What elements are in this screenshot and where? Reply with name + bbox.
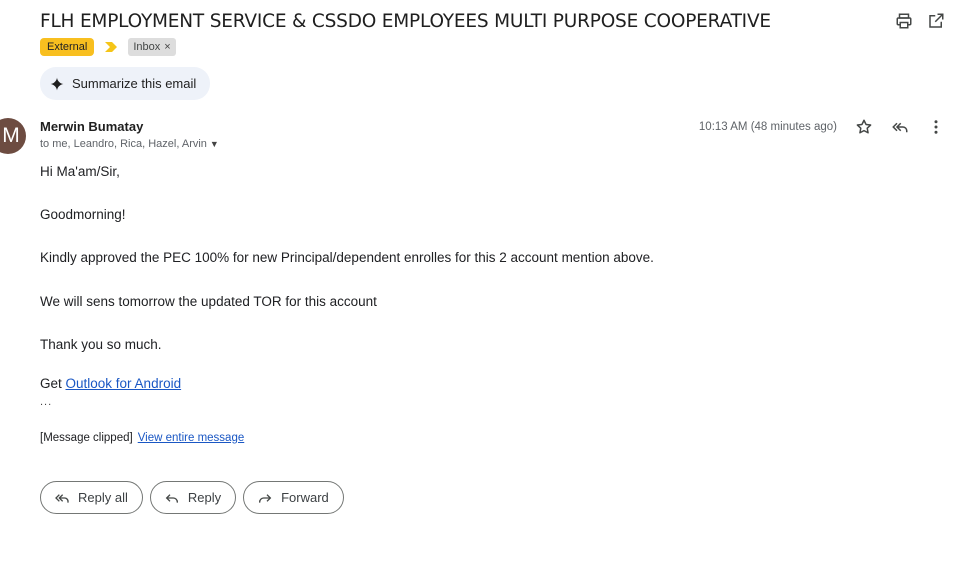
subject-row: FLH EMPLOYMENT SERVICE & CSSDO EMPLOYEES…: [40, 10, 953, 36]
sparkle-icon: [50, 77, 64, 90]
print-all-button[interactable]: [895, 12, 913, 30]
signature-line: Get Outlook for Android: [40, 375, 181, 393]
labels-row: External Inbox ×: [40, 38, 176, 56]
inbox-label: Inbox ×: [128, 38, 176, 56]
forward-label: Forward: [281, 490, 329, 505]
reply-all-button[interactable]: Reply all: [40, 481, 143, 514]
top-actions: [895, 12, 945, 30]
body-greeting: Hi Ma'am/Sir,: [40, 164, 120, 179]
signature-prefix: Get: [40, 376, 66, 391]
reply-button[interactable]: Reply: [149, 481, 237, 514]
email-view: FLH EMPLOYMENT SERVICE & CSSDO EMPLOYEES…: [0, 0, 953, 582]
importance-marker-icon[interactable]: [104, 41, 118, 53]
external-label: External: [40, 38, 95, 56]
reply-all-icon[interactable]: [891, 118, 909, 136]
message-meta: 10:13 AM (48 minutes ago): [699, 118, 945, 136]
body-line: We will sens tomorrow the updated TOR fo…: [40, 294, 377, 309]
more-vertical-icon[interactable]: [927, 118, 945, 136]
reply-all-icon: [55, 493, 69, 503]
open-in-new-window-icon: [929, 13, 944, 28]
reply-label: Reply: [187, 490, 222, 505]
body-line: Goodmorning!: [40, 207, 126, 222]
show-details-icon[interactable]: ▼: [210, 139, 219, 149]
remove-label-icon[interactable]: ×: [164, 40, 170, 54]
email-subject: FLH EMPLOYMENT SERVICE & CSSDO EMPLOYEES…: [40, 11, 771, 32]
reply-actions: Reply all Reply Forward: [40, 481, 344, 514]
recipients-line: to me, Leandro, Rica, Hazel, Arvin ▼: [40, 138, 219, 150]
timestamp: 10:13 AM (48 minutes ago): [698, 121, 837, 133]
outlook-android-link[interactable]: Outlook for Android: [66, 376, 182, 391]
clipped-text: [Message clipped]: [40, 432, 133, 444]
reply-icon: [165, 493, 178, 503]
inbox-label-text: Inbox: [133, 41, 161, 53]
show-trimmed-content-button[interactable]: ...: [40, 396, 52, 408]
forward-icon: [259, 493, 272, 503]
print-icon: [896, 13, 912, 29]
body-line: Thank you so much.: [40, 337, 162, 352]
reply-all-label: Reply all: [78, 490, 128, 505]
summarize-label: Summarize this email: [72, 76, 197, 91]
view-entire-message-link[interactable]: View entire message: [138, 432, 245, 444]
sender-avatar[interactable]: M: [0, 118, 26, 154]
summarize-email-button[interactable]: Summarize this email: [40, 67, 211, 100]
recipients-text: to me, Leandro, Rica, Hazel, Arvin: [40, 138, 207, 150]
open-in-new-window-button[interactable]: [927, 12, 945, 30]
star-icon[interactable]: [855, 118, 873, 136]
forward-button[interactable]: Forward: [243, 481, 344, 514]
message-clipped-notice: [Message clipped] View entire message: [40, 432, 244, 444]
body-line: Kindly approved the PEC 100% for new Pri…: [40, 250, 654, 265]
sender-name[interactable]: Merwin Bumatay: [40, 119, 143, 134]
